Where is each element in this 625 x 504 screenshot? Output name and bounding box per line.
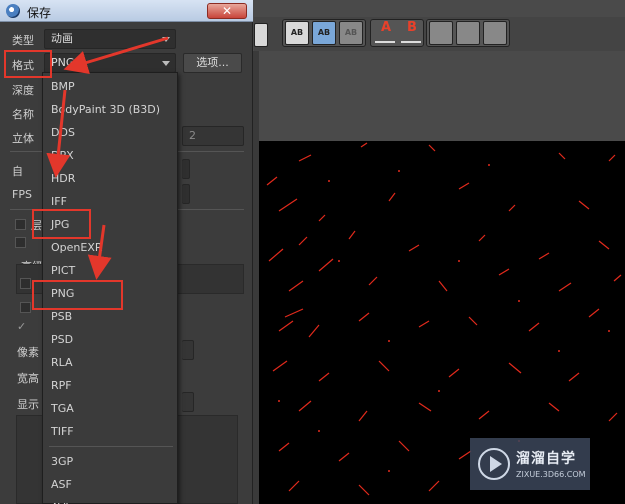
annotation-arrows	[46, 36, 169, 280]
arrow-to-format	[63, 36, 169, 75]
arrow-to-jpg	[46, 89, 71, 178]
arrow-to-png	[87, 224, 112, 280]
app-root: AB AB AB A B 溜溜自学 ZIXUE.3D66.COM 保存 ✕ 类型…	[0, 0, 625, 504]
